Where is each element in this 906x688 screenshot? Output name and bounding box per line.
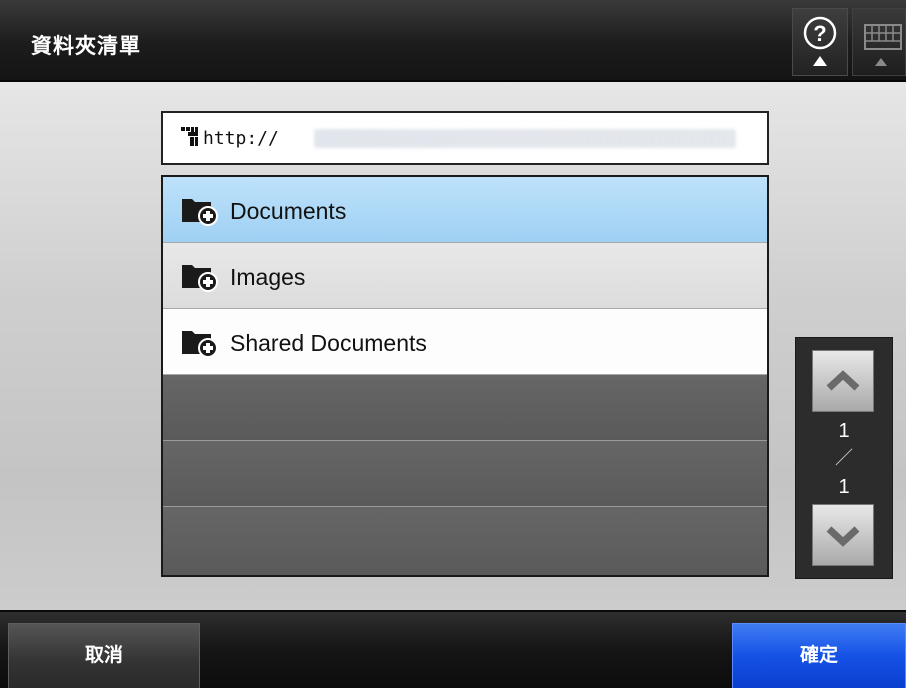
ok-button[interactable]: 確定: [732, 623, 906, 688]
chevron-up-icon: [826, 370, 860, 391]
shared-folder-icon: [182, 199, 218, 226]
cancel-button[interactable]: 取消: [8, 623, 200, 688]
page-up-button[interactable]: [812, 350, 874, 412]
folder-list[interactable]: Documents Images Shared Documents: [161, 175, 769, 577]
url-prefix: http://: [203, 128, 279, 149]
chevron-down-icon: [826, 526, 860, 547]
shared-folder-icon: [182, 265, 218, 292]
empty-row: [163, 375, 767, 441]
folder-label: Documents: [230, 198, 347, 224]
total-pages: 1: [838, 476, 850, 498]
help-button[interactable]: ?: [792, 8, 848, 76]
page-down-button[interactable]: [812, 504, 874, 566]
svg-text:?: ?: [813, 21, 826, 46]
folder-label: Shared Documents: [230, 330, 427, 356]
help-question-icon: ?: [803, 16, 837, 66]
folder-label: Images: [230, 264, 306, 290]
list-item[interactable]: Documents: [163, 177, 767, 243]
empty-row: [163, 507, 767, 575]
empty-row: [163, 441, 767, 507]
list-item[interactable]: Shared Documents: [163, 309, 767, 375]
url-redacted: [314, 129, 736, 148]
keyboard-button[interactable]: [852, 8, 906, 76]
window-title: 資料夾清單: [31, 34, 141, 58]
pager: 1 ／ 1: [795, 337, 893, 579]
list-item[interactable]: Images: [163, 243, 767, 309]
sharepoint-site-icon: [181, 127, 198, 146]
keyboard-icon: [864, 24, 902, 66]
shared-folder-icon: [182, 331, 218, 358]
page-separator: ／: [835, 448, 853, 468]
url-path-box: http://: [161, 111, 769, 165]
title-bar: 資料夾清單 ?: [0, 0, 906, 82]
current-page: 1: [838, 420, 850, 442]
